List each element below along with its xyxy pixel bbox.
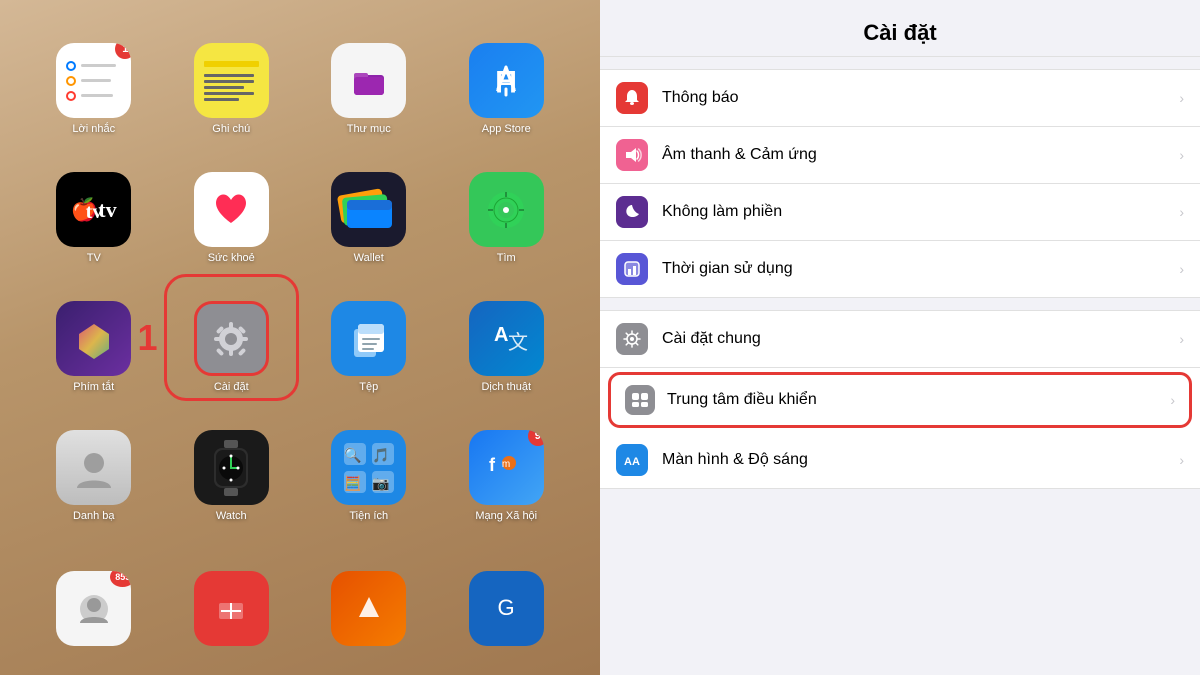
settings-item-screentime[interactable]: Thời gian sử dụng ›	[600, 241, 1200, 297]
app-notes[interactable]: Ghi chú	[168, 20, 296, 139]
screentime-icon	[616, 253, 648, 285]
settings-section-2: Cài đặt chung › Trung tâm điều khiển	[600, 310, 1200, 489]
app-watch[interactable]: Watch	[168, 407, 296, 526]
settings-header: Cài đặt	[600, 0, 1200, 57]
app-label-translate: Dịch thuật	[481, 381, 531, 393]
app-settings[interactable]: 1 C	[168, 278, 296, 397]
screentime-label: Thời gian sử dụng	[662, 260, 1171, 278]
sounds-icon	[616, 139, 648, 171]
svg-text:🔍: 🔍	[344, 446, 361, 464]
app-row5a[interactable]: 855	[30, 536, 158, 655]
app-translate[interactable]: A 文 Dịch thuật	[443, 278, 571, 397]
app-health[interactable]: Sức khoẻ	[168, 149, 296, 268]
controlcenter-chevron: ›	[1170, 392, 1175, 408]
settings-item-dnd[interactable]: Không làm phiền ›	[600, 184, 1200, 241]
svg-text:文: 文	[508, 331, 528, 354]
general-label: Cài đặt chung	[662, 330, 1171, 348]
app-label-shortcuts: Phím tắt	[73, 381, 114, 393]
app-label-contacts: Danh bạ	[73, 510, 115, 522]
app-wallet[interactable]: Wallet	[305, 149, 433, 268]
app-label-settings: Cài đặt	[214, 381, 249, 393]
svg-text:🧮: 🧮	[344, 475, 361, 492]
app-label-reminders: Lời nhắc	[72, 123, 115, 135]
app-tv[interactable]: 🍎tv tv TV	[30, 149, 158, 268]
app-row5b[interactable]	[168, 536, 296, 655]
notifications-label: Thông báo	[662, 89, 1171, 107]
svg-text:A: A	[494, 324, 508, 346]
controlcenter-icon	[625, 385, 655, 415]
app-label-social: Mạng Xã hội	[475, 510, 537, 522]
general-icon	[616, 323, 648, 355]
settings-item-display[interactable]: AA Màn hình & Độ sáng ›	[600, 432, 1200, 488]
svg-text:f: f	[489, 455, 496, 475]
app-label-health: Sức khoẻ	[208, 252, 255, 264]
app-find[interactable]: Tìm	[443, 149, 571, 268]
display-label: Màn hình & Độ sáng	[662, 451, 1171, 469]
svg-text:m: m	[502, 459, 510, 470]
svg-text:🎵: 🎵	[372, 447, 389, 463]
svg-text:tv: tv	[85, 201, 102, 223]
app-label-tv: TV	[87, 252, 101, 264]
controlcenter-label: Trung tâm điều khiển	[667, 391, 1162, 409]
badge-reminders: 1	[115, 43, 131, 59]
settings-item-notifications[interactable]: Thông báo ›	[600, 70, 1200, 127]
svg-text:📷: 📷	[372, 475, 389, 492]
sounds-chevron: ›	[1179, 147, 1184, 163]
dnd-icon	[616, 196, 648, 228]
svg-text:AA: AA	[624, 456, 640, 468]
display-icon: AA	[616, 444, 648, 476]
app-grid: 1 Lời nhắc Ghi chú T	[30, 20, 570, 655]
step-number-1: 1	[138, 317, 158, 359]
app-files[interactable]: Thư mục	[305, 20, 433, 139]
app-reminders[interactable]: 1 Lời nhắc	[30, 20, 158, 139]
dnd-chevron: ›	[1179, 204, 1184, 220]
settings-item-controlcenter[interactable]: Trung tâm điều khiển ›	[608, 372, 1192, 428]
app-row5d[interactable]: G	[443, 536, 571, 655]
settings-item-general[interactable]: Cài đặt chung ›	[600, 311, 1200, 368]
notifications-chevron: ›	[1179, 90, 1184, 106]
app-label-tep: Tệp	[359, 381, 378, 393]
app-label-files: Thư mục	[347, 123, 391, 135]
app-label-wallet: Wallet	[354, 252, 384, 264]
app-social[interactable]: 9 f m Mạng Xã hội	[443, 407, 571, 526]
app-label-appstore: App Store	[482, 123, 531, 135]
app-tep[interactable]: Tệp	[305, 278, 433, 397]
svg-text:G: G	[498, 595, 515, 620]
app-label-tienich: Tiện ích	[349, 510, 388, 522]
app-appstore[interactable]: A П App Store	[443, 20, 571, 139]
dnd-label: Không làm phiền	[662, 203, 1171, 221]
app-label-notes: Ghi chú	[212, 123, 250, 135]
app-label-watch: Watch	[216, 510, 247, 522]
app-label-find: Tìm	[497, 252, 516, 264]
settings-list: Thông báo › Âm thanh & Cảm ứng ›	[600, 57, 1200, 675]
badge-row5a: 855	[110, 571, 131, 587]
iphone-home-screen: 1 Lời nhắc Ghi chú T	[0, 0, 600, 675]
settings-title: Cài đặt	[620, 20, 1180, 46]
general-chevron: ›	[1179, 331, 1184, 347]
settings-panel: Cài đặt Thông báo ›	[600, 0, 1200, 675]
sounds-label: Âm thanh & Cảm ứng	[662, 146, 1171, 164]
screentime-chevron: ›	[1179, 261, 1184, 277]
controlcenter-wrapper: Trung tâm điều khiển › 2	[608, 372, 1192, 428]
settings-item-sounds[interactable]: Âm thanh & Cảm ứng ›	[600, 127, 1200, 184]
app-row5c[interactable]	[305, 536, 433, 655]
app-tienich[interactable]: 🔍 🎵 🧮 📷 Tiện ích	[305, 407, 433, 526]
display-chevron: ›	[1179, 452, 1184, 468]
settings-section-1: Thông báo › Âm thanh & Cảm ứng ›	[600, 69, 1200, 298]
app-contacts[interactable]: Danh bạ	[30, 407, 158, 526]
notifications-icon	[616, 82, 648, 114]
